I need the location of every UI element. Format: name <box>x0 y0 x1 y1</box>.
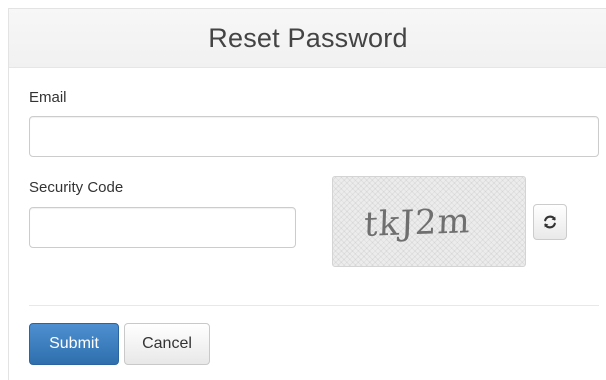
captcha-image: tkJ2m <box>332 176 526 267</box>
email-input[interactable] <box>29 116 599 157</box>
page: Reset Password Email Security Code tkJ2m… <box>0 0 606 380</box>
reset-password-panel: Reset Password Email Security Code tkJ2m… <box>8 8 606 380</box>
security-code-input[interactable] <box>29 207 296 248</box>
submit-button[interactable]: Submit <box>29 323 119 365</box>
captcha-text: tkJ2m <box>362 200 472 245</box>
cancel-button[interactable]: Cancel <box>124 323 210 365</box>
refresh-captcha-button[interactable] <box>533 204 567 240</box>
security-code-label: Security Code <box>29 179 124 196</box>
form-divider <box>29 305 599 306</box>
panel-header: Reset Password <box>9 9 606 68</box>
page-title: Reset Password <box>208 22 408 53</box>
refresh-icon <box>542 214 558 230</box>
email-label: Email <box>29 89 67 106</box>
